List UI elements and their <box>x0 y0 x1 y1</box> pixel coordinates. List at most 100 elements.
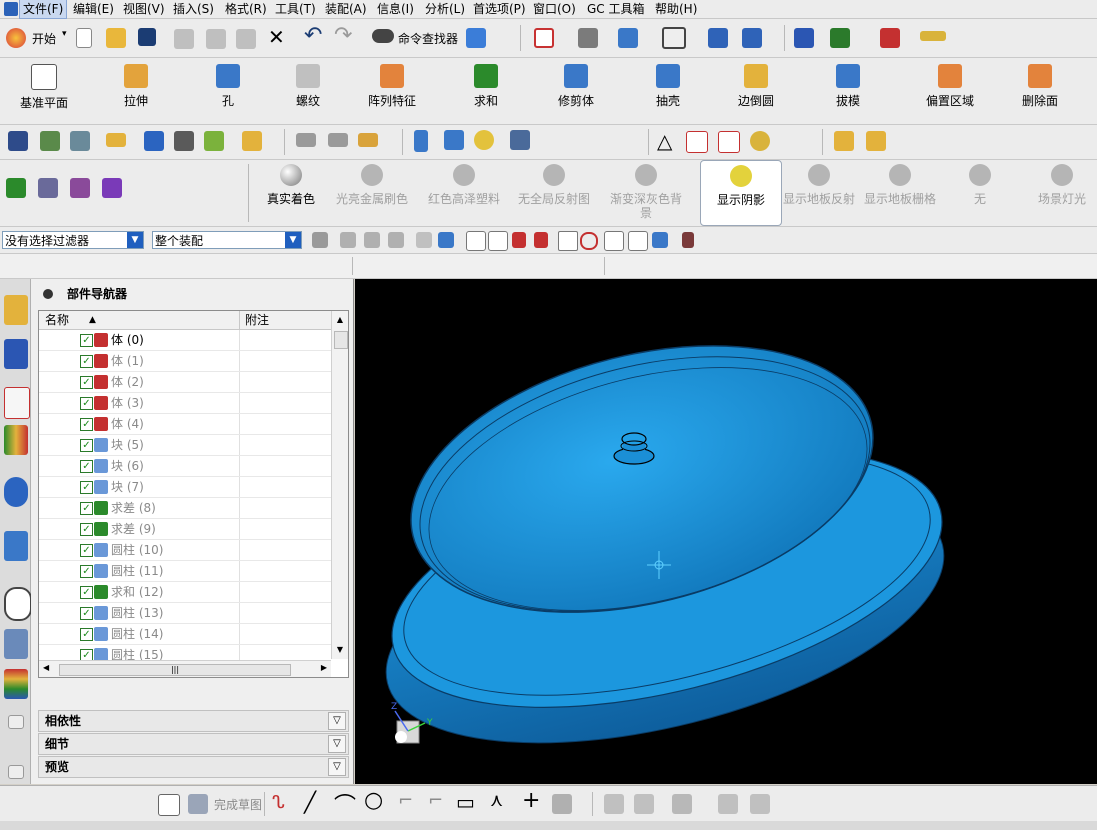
system-materials-icon[interactable] <box>4 629 28 659</box>
menu-item-2[interactable]: 视图(V) <box>120 0 168 18</box>
tree-row[interactable]: ✓ 圆柱 (14) <box>39 624 331 645</box>
snap-bounded-icon[interactable] <box>652 232 668 248</box>
navigator-section-2[interactable]: 预览 ▽ <box>38 756 349 778</box>
save-icon[interactable] <box>138 28 156 46</box>
circle-icon[interactable]: ○ <box>364 788 383 813</box>
history-icon[interactable] <box>4 531 28 561</box>
render-button-8[interactable]: 无 <box>950 160 1010 224</box>
feature-button-6[interactable]: 修剪体 <box>536 62 616 118</box>
scroll-right-arrow-icon[interactable]: ▶ <box>321 663 327 672</box>
move-component-icon[interactable] <box>742 28 762 48</box>
menu-item-10[interactable]: 窗口(O) <box>530 0 579 18</box>
column-header-note[interactable]: 附注 <box>245 311 269 329</box>
pattern-circles-icon[interactable] <box>750 131 770 151</box>
scroll-thumb[interactable] <box>334 331 348 349</box>
visibility-checkbox[interactable]: ✓ <box>80 502 93 515</box>
column-header-name[interactable]: 名称 <box>45 311 69 329</box>
annotation-abc-icon[interactable] <box>242 131 262 151</box>
feature-button-7[interactable]: 抽壳 <box>628 62 708 118</box>
orient-view-icon[interactable] <box>578 28 598 48</box>
visibility-checkbox[interactable]: ✓ <box>80 544 93 557</box>
visibility-checkbox[interactable]: ✓ <box>80 628 93 641</box>
delete-icon[interactable]: ✕ <box>268 25 285 49</box>
measure-icon[interactable] <box>920 31 946 41</box>
surface-icon[interactable] <box>296 133 316 147</box>
rectangle-icon[interactable]: ▭ <box>456 790 475 814</box>
tree-row[interactable]: ✓ 块 (6) <box>39 456 331 477</box>
make-corner-icon[interactable] <box>672 794 692 814</box>
open-folder-icon[interactable] <box>106 28 126 48</box>
cut-icon[interactable] <box>174 29 194 49</box>
chamfer-icon[interactable]: ⌐ <box>428 790 443 811</box>
profile-icon[interactable]: ᔐ <box>272 792 285 813</box>
start-button[interactable]: 开始 <box>32 30 56 47</box>
reuse-library-icon[interactable] <box>4 425 28 455</box>
snap-point-on-curve-icon[interactable] <box>604 231 624 251</box>
hammer-icon[interactable] <box>174 131 194 151</box>
fillet-icon[interactable]: ⌐ <box>398 790 413 811</box>
finish-sketch-icon[interactable] <box>188 794 208 814</box>
snap-endpoint-icon[interactable] <box>466 231 486 251</box>
render-button-1[interactable]: 光亮金属刷色 <box>330 160 414 224</box>
tree-row[interactable]: ✓ 求差 (9) <box>39 519 331 540</box>
menu-item-12[interactable]: 帮助(H) <box>652 0 700 18</box>
command-finder-button[interactable]: 命令查找器 <box>398 30 458 47</box>
chevron-down-icon[interactable]: ▽ <box>328 712 346 730</box>
render-button-7[interactable]: 显示地板栅格 <box>858 160 942 224</box>
polygon-icon[interactable]: ⋏ <box>490 790 503 811</box>
arc-icon[interactable]: ⌒ <box>334 788 356 820</box>
feature-button-9[interactable]: 拔模 <box>808 62 888 118</box>
select-features-icon[interactable] <box>340 232 356 248</box>
menu-item-1[interactable]: 编辑(E) <box>70 0 117 18</box>
render-button-5[interactable]: 显示阴影 <box>700 160 782 226</box>
copy-icon[interactable] <box>206 29 226 49</box>
navigator-section-0[interactable]: 相依性 ▽ <box>38 710 349 732</box>
menu-item-5[interactable]: 工具(T) <box>272 0 319 18</box>
visibility-checkbox[interactable]: ✓ <box>80 397 93 410</box>
check-sheet-icon[interactable] <box>6 178 26 198</box>
coordinate-axes-icon[interactable] <box>102 178 122 198</box>
model-view[interactable]: Y Z <box>355 279 1097 784</box>
sweep-icon[interactable] <box>328 133 348 147</box>
cylinder-tool-icon[interactable] <box>414 130 428 152</box>
roles-icon[interactable] <box>4 669 28 699</box>
visibility-checkbox[interactable]: ✓ <box>80 439 93 452</box>
visibility-checkbox[interactable]: ✓ <box>80 607 93 620</box>
part-navigator-icon[interactable] <box>4 387 30 419</box>
offset-curve-icon[interactable] <box>552 794 572 814</box>
snap-control-icon[interactable] <box>512 232 526 248</box>
render-button-6[interactable]: 显示地板反射 <box>780 160 858 224</box>
visibility-checkbox[interactable]: ✓ <box>80 523 93 536</box>
tree-row[interactable]: ✓ 块 (5) <box>39 435 331 456</box>
assembly-coins-icon[interactable] <box>834 131 854 151</box>
tree-row[interactable]: ✓ 圆柱 (11) <box>39 561 331 582</box>
menu-item-9[interactable]: 首选项(P) <box>470 0 529 18</box>
pin-icon[interactable] <box>43 289 53 299</box>
menu-item-3[interactable]: 插入(S) <box>170 0 217 18</box>
navigator-section-1[interactable]: 细节 ▽ <box>38 733 349 755</box>
selection-tools-icon[interactable] <box>466 28 486 48</box>
point-icon[interactable]: + <box>522 788 540 813</box>
feature-button-10[interactable]: 偏置区域 <box>910 62 990 118</box>
feature-button-3[interactable]: 螺纹 <box>268 62 348 118</box>
tree-row[interactable]: ✓ 求差 (8) <box>39 498 331 519</box>
snap-point-icon[interactable] <box>794 28 814 48</box>
grid-icon[interactable] <box>682 232 694 248</box>
filter-assembly-icon[interactable] <box>312 232 328 248</box>
auto-constrain-icon[interactable] <box>750 794 770 814</box>
quick-extend-icon[interactable] <box>634 794 654 814</box>
new-file-icon[interactable] <box>76 28 92 48</box>
tree-row[interactable]: ✓ 求和 (12) <box>39 582 331 603</box>
start-icon[interactable] <box>6 28 26 48</box>
edit-object-display-icon[interactable] <box>106 133 126 147</box>
snap-center-icon[interactable] <box>558 231 578 251</box>
visibility-checkbox[interactable]: ✓ <box>80 586 93 599</box>
invert-display-icon[interactable] <box>204 131 224 151</box>
tree-row[interactable]: ✓ 块 (7) <box>39 477 331 498</box>
tree-row[interactable]: ✓ 体 (4) <box>39 414 331 435</box>
quick-trim-icon[interactable] <box>604 794 624 814</box>
show-hide-icon[interactable] <box>144 131 164 151</box>
assembly-navigator-icon[interactable] <box>4 295 28 325</box>
assembly-stack-icon[interactable] <box>866 131 886 151</box>
select-edges-icon[interactable] <box>364 232 380 248</box>
